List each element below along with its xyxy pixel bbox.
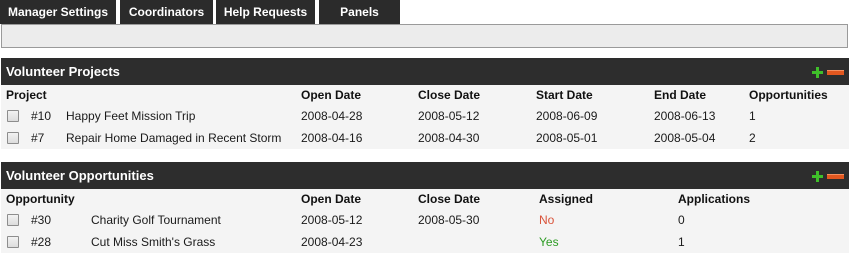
remove-opportunity-icon[interactable]: [827, 174, 844, 179]
col-opportunity[interactable]: Opportunity: [6, 189, 75, 209]
opportunity-id: #28: [31, 235, 52, 249]
row-checkbox[interactable]: [7, 132, 19, 144]
close-date: 2008-05-30: [418, 213, 480, 227]
table-row: #30 Charity Golf Tournament 2008-05-12 2…: [1, 209, 849, 231]
projects-column-headers: Project Open Date Close Date Start Date …: [1, 85, 849, 105]
end-date: 2008-06-13: [654, 109, 716, 123]
tab-panels[interactable]: Panels: [319, 0, 400, 24]
projects-actions: [812, 67, 844, 79]
volunteer-projects-panel: Volunteer Projects Project Open Date Clo…: [1, 58, 849, 149]
close-date: 2008-05-12: [418, 109, 480, 123]
tab-manager-settings[interactable]: Manager Settings: [0, 0, 116, 24]
col-applications[interactable]: Applications: [678, 189, 750, 209]
opportunities-panel-header: Volunteer Opportunities: [1, 162, 849, 189]
project-name[interactable]: Happy Feet Mission Trip: [66, 105, 195, 127]
table-row: #28 Cut Miss Smith's Grass 2008-04-23 Ye…: [1, 231, 849, 253]
open-date: 2008-04-28: [301, 109, 363, 123]
col-open-date[interactable]: Open Date: [301, 189, 361, 209]
col-start-date[interactable]: Start Date: [536, 85, 593, 105]
table-row: #7 Repair Home Damaged in Recent Storm 2…: [1, 127, 849, 149]
tab-help-requests[interactable]: Help Requests: [216, 0, 315, 24]
end-date: 2008-05-04: [654, 131, 716, 145]
project-name[interactable]: Repair Home Damaged in Recent Storm: [66, 127, 281, 149]
top-tabs: Manager Settings Coordinators Help Reque…: [0, 0, 850, 24]
start-date: 2008-06-09: [536, 109, 598, 123]
project-id: #7: [31, 131, 45, 145]
add-project-icon[interactable]: [812, 67, 823, 78]
projects-panel-header: Volunteer Projects: [1, 58, 849, 85]
row-checkbox[interactable]: [7, 110, 19, 122]
col-assigned[interactable]: Assigned: [539, 189, 593, 209]
opportunity-id: #30: [31, 213, 52, 227]
start-date: 2008-05-01: [536, 131, 598, 145]
col-close-date[interactable]: Close Date: [418, 85, 480, 105]
sub-toolbar: [1, 24, 848, 48]
col-open-date[interactable]: Open Date: [301, 85, 361, 105]
opportunity-name[interactable]: Charity Golf Tournament: [91, 209, 221, 231]
remove-project-icon[interactable]: [827, 70, 844, 75]
open-date: 2008-04-23: [301, 235, 363, 249]
col-close-date[interactable]: Close Date: [418, 189, 480, 209]
add-opportunity-icon[interactable]: [812, 171, 823, 182]
assigned-status: Yes: [539, 235, 559, 249]
applications-count: 0: [678, 213, 685, 227]
opportunities-count: 2: [749, 131, 756, 145]
volunteer-opportunities-panel: Volunteer Opportunities Opportunity Open…: [1, 162, 849, 253]
tab-coordinators[interactable]: Coordinators: [120, 0, 213, 24]
projects-panel-title: Volunteer Projects: [6, 64, 120, 79]
opportunities-panel-title: Volunteer Opportunities: [6, 168, 154, 183]
open-date: 2008-05-12: [301, 213, 363, 227]
opportunities-count: 1: [749, 109, 756, 123]
col-end-date[interactable]: End Date: [654, 85, 706, 105]
opportunities-column-headers: Opportunity Open Date Close Date Assigne…: [1, 189, 849, 209]
col-opportunities[interactable]: Opportunities: [749, 85, 828, 105]
row-checkbox[interactable]: [7, 236, 19, 248]
project-id: #10: [31, 109, 52, 123]
row-checkbox[interactable]: [7, 214, 19, 226]
opportunities-actions: [812, 171, 844, 183]
assigned-status: No: [539, 213, 555, 227]
applications-count: 1: [678, 235, 685, 249]
close-date: 2008-04-30: [418, 131, 480, 145]
table-row: #10 Happy Feet Mission Trip 2008-04-28 2…: [1, 105, 849, 127]
col-project[interactable]: Project: [6, 85, 47, 105]
opportunity-name[interactable]: Cut Miss Smith's Grass: [91, 231, 215, 253]
open-date: 2008-04-16: [301, 131, 363, 145]
